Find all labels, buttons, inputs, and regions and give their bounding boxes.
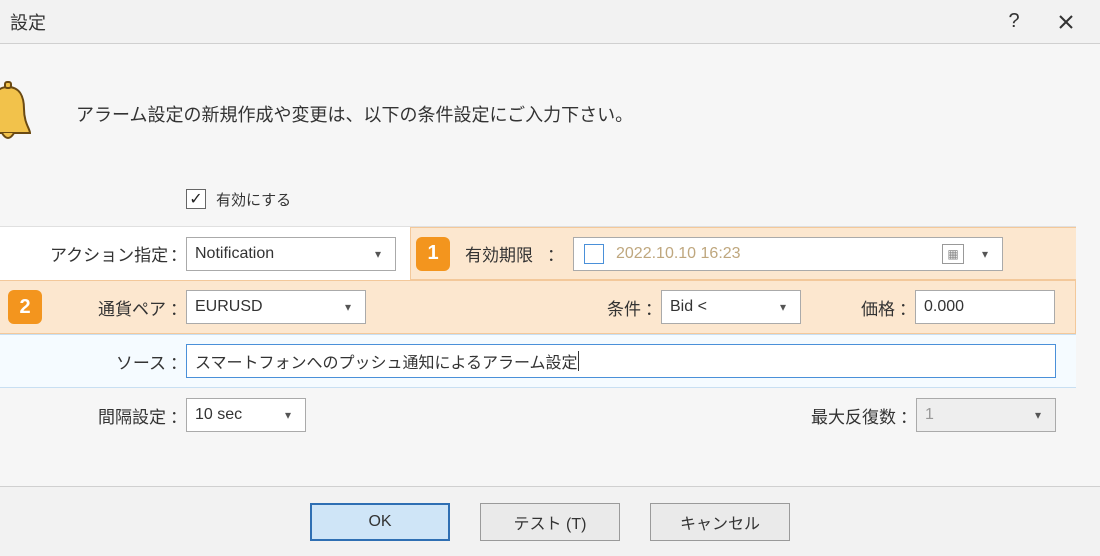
calendar-icon[interactable]: ▦ [942,244,964,264]
source-label: ソース [50,349,170,374]
chevron-down-icon: ▾ [774,300,792,314]
dialog-content: アラーム設定の新規作成や変更は、以下の条件設定にご入力下さい。 有効にする アク… [0,44,1100,486]
source-input[interactable]: スマートフォンへのプッシュ通知によるアラーム設定 [186,344,1056,378]
symbol-row: 2 通貨ペア ： EURUSD ▾ 条件 ： Bid < ▾ 価格 ： 0.00… [0,280,1076,334]
condition-label: 条件 [607,295,645,320]
window-title: 設定 [8,9,46,35]
expiry-label: 有効期限 [465,241,537,266]
checkbox-icon [186,189,206,209]
symbol-select[interactable]: EURUSD ▾ [186,290,366,324]
condition-select[interactable]: Bid < ▾ [661,290,801,324]
interval-value: 10 sec [195,406,242,424]
source-value: スマートフォンへのプッシュ通知によるアラーム設定 [195,349,578,373]
chevron-down-icon: ▾ [369,247,387,261]
price-input[interactable]: 0.000 [915,290,1055,324]
repeat-value: 1 [925,406,934,424]
title-bar: 設定 ? [0,0,1100,44]
enable-label: 有効にする [216,189,291,210]
condition-value: Bid < [670,298,707,316]
expiry-value: 2022.10.10 16:23 [616,245,741,263]
bell-icon [0,74,44,154]
enable-checkbox[interactable]: 有効にする [186,189,291,210]
source-row: ソース ： スマートフォンへのプッシュ通知によるアラーム設定 [0,334,1076,388]
intro-text: アラーム設定の新規作成や変更は、以下の条件設定にご入力下さい。 [76,101,633,127]
interval-label: 間隔設定 [50,403,170,428]
interval-row: 間隔設定 ： 10 sec ▾ 最大反復数 ： 1 ▾ [0,388,1076,442]
price-value: 0.000 [924,298,964,316]
test-button[interactable]: テスト (T) [480,503,620,541]
chevron-down-icon: ▾ [1029,408,1047,422]
button-bar: OK テスト (T) キャンセル [0,486,1100,556]
cancel-label: キャンセル [680,510,760,534]
badge-1: 1 [416,237,450,271]
chevron-down-icon: ▾ [279,408,297,422]
repeat-select[interactable]: 1 ▾ [916,398,1056,432]
ok-label: OK [368,513,391,531]
chevron-down-icon: ▾ [976,247,994,261]
expiry-field[interactable]: 2022.10.10 16:23 ▦ ▾ [573,237,1003,271]
action-row: アクション指定 ： Notification ▾ 1 有効期限 ： 2022.1… [0,226,1076,280]
symbol-label: 通貨ペア [50,295,170,320]
action-select[interactable]: Notification ▾ [186,237,396,271]
interval-select[interactable]: 10 sec ▾ [186,398,306,432]
badge-2: 2 [8,290,42,324]
price-label: 価格 [861,295,899,320]
action-label: アクション指定 [50,241,170,266]
test-label: テスト (T) [514,510,587,534]
text-caret [578,351,579,371]
symbol-value: EURUSD [195,298,263,316]
cancel-button[interactable]: キャンセル [650,503,790,541]
close-button[interactable] [1040,2,1092,42]
ok-button[interactable]: OK [310,503,450,541]
action-value: Notification [195,245,274,263]
expiry-checkbox[interactable] [584,244,604,264]
help-button[interactable]: ? [988,2,1040,42]
enable-row: 有効にする [0,172,1076,226]
repeat-label: 最大反復数 [811,403,900,428]
chevron-down-icon: ▾ [339,300,357,314]
close-icon [1058,14,1074,30]
